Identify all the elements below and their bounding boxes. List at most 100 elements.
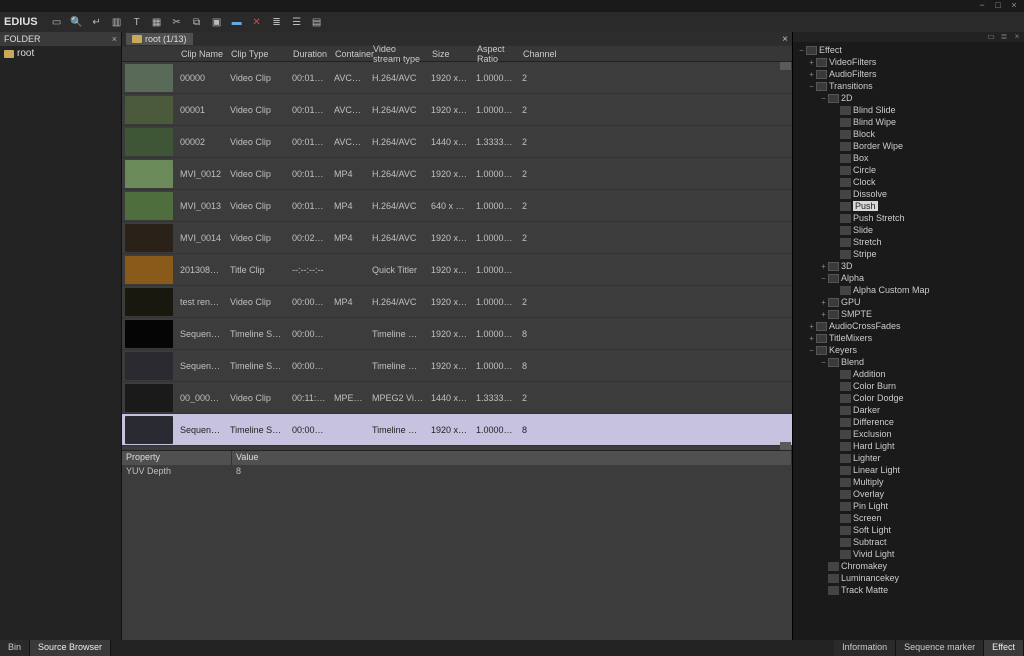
expand-icon[interactable]: −	[819, 274, 828, 283]
tree-item[interactable]: Push Stretch	[795, 212, 1024, 224]
tree-item[interactable]: +AudioCrossFades	[795, 320, 1024, 332]
tree-item[interactable]: +TitleMixers	[795, 332, 1024, 344]
close-icon[interactable]: ×	[782, 34, 788, 45]
tree-item[interactable]: Difference	[795, 416, 1024, 428]
expand-icon[interactable]: −	[807, 346, 816, 355]
table-row[interactable]: Sequence2Timeline Sequence00:00:00:01Tim…	[122, 318, 792, 350]
tree-item[interactable]: −Keyers	[795, 344, 1024, 356]
maximize-icon[interactable]: □	[992, 0, 1004, 10]
tree-item[interactable]: Linear Light	[795, 464, 1024, 476]
title-icon[interactable]: T	[130, 15, 144, 29]
view-list-icon[interactable]: ≣	[999, 32, 1009, 42]
tree-item[interactable]: Multiply	[795, 476, 1024, 488]
tree-item[interactable]: Hard Light	[795, 440, 1024, 452]
scroll-up-icon[interactable]	[780, 62, 791, 70]
expand-icon[interactable]: +	[819, 262, 828, 271]
tree-item[interactable]: Subtract	[795, 536, 1024, 548]
tree-item[interactable]: Chromakey	[795, 560, 1024, 572]
expand-icon[interactable]: +	[819, 310, 828, 319]
tree-item[interactable]: Darker	[795, 404, 1024, 416]
tree-root[interactable]: − Effect	[795, 44, 1024, 56]
detail-icon[interactable]: ☰	[290, 15, 304, 29]
table-row[interactable]: 20130810-0000Title Clip--:--:--:--Quick …	[122, 254, 792, 286]
tree-item[interactable]: +VideoFilters	[795, 56, 1024, 68]
new-folder-icon[interactable]: ▭	[50, 15, 64, 29]
tree-item[interactable]: Slide	[795, 224, 1024, 236]
col-aspect-ratio[interactable]: Aspect Ratio	[473, 44, 519, 64]
delete-icon[interactable]: ✕	[250, 15, 264, 29]
table-row[interactable]: Sequence3Timeline Sequence00:00:09:21Tim…	[122, 350, 792, 382]
tree-item[interactable]: −Alpha	[795, 272, 1024, 284]
col-clip-name[interactable]: Clip Name	[177, 49, 227, 59]
close-icon[interactable]: ×	[112, 34, 117, 44]
col-size[interactable]: Size	[428, 49, 473, 59]
tree-item[interactable]: Color Burn	[795, 380, 1024, 392]
paste-icon[interactable]: ▣	[210, 15, 224, 29]
tree-item[interactable]: −Transitions	[795, 80, 1024, 92]
table-row[interactable]: 00_0002_201...Video Clip00:11:45:13MPEG2…	[122, 382, 792, 414]
expand-icon[interactable]: +	[807, 58, 816, 67]
tree-item[interactable]: Color Dodge	[795, 392, 1024, 404]
tree-item[interactable]: Stripe	[795, 248, 1024, 260]
col-clip-type[interactable]: Clip Type	[227, 49, 289, 59]
tree-item[interactable]: Exclusion	[795, 428, 1024, 440]
tree-item[interactable]: +GPU	[795, 296, 1024, 308]
copy-icon[interactable]: ⧉	[190, 15, 204, 29]
tab-sequence-marker[interactable]: Sequence marker	[896, 640, 984, 656]
tree-item[interactable]: Lighter	[795, 452, 1024, 464]
tree-item[interactable]: −2D	[795, 92, 1024, 104]
folder-root[interactable]: root	[0, 46, 121, 61]
expand-icon[interactable]: +	[807, 334, 816, 343]
tree-item[interactable]: Vivid Light	[795, 548, 1024, 560]
expand-icon[interactable]: +	[807, 70, 816, 79]
tree-item[interactable]: Pin Light	[795, 500, 1024, 512]
open-icon[interactable]: ▥	[110, 15, 124, 29]
tab-information[interactable]: Information	[834, 640, 896, 656]
expand-icon[interactable]: −	[807, 82, 816, 91]
tree-item[interactable]: +3D	[795, 260, 1024, 272]
tree-item[interactable]: +SMPTE	[795, 308, 1024, 320]
tab-source-browser[interactable]: Source Browser	[30, 640, 111, 656]
close-window-icon[interactable]: ×	[1008, 0, 1020, 10]
search-icon[interactable]: 🔍	[70, 15, 84, 29]
expand-icon[interactable]: +	[819, 298, 828, 307]
tree-item[interactable]: Track Matte	[795, 584, 1024, 596]
collapse-icon[interactable]: −	[797, 46, 806, 55]
list-icon[interactable]: ≣	[270, 15, 284, 29]
tree-item[interactable]: Soft Light	[795, 524, 1024, 536]
tree-item[interactable]: Box	[795, 152, 1024, 164]
bin-tab[interactable]: root (1/13)	[126, 33, 193, 45]
table-row[interactable]: 00000Video Clip00:01:25:23AVCHD St...H.2…	[122, 62, 792, 94]
col-container[interactable]: Container	[331, 49, 369, 59]
prop-header-property[interactable]: Property	[122, 451, 232, 465]
table-row[interactable]: Sequence3Timeline Sequence00:00:09:21Tim…	[122, 414, 792, 446]
view-folder-icon[interactable]: ▭	[986, 32, 996, 42]
tree-item[interactable]: Blind Wipe	[795, 116, 1024, 128]
tree-item[interactable]: Circle	[795, 164, 1024, 176]
prop-header-value[interactable]: Value	[232, 451, 792, 465]
register-icon[interactable]: ▬	[230, 15, 244, 29]
table-row[interactable]: MVI_0012Video Clip00:01:55:17MP4H.264/AV…	[122, 158, 792, 190]
tree-item[interactable]: Dissolve	[795, 188, 1024, 200]
col-channel[interactable]: Channel	[519, 49, 549, 59]
tree-item[interactable]: +AudioFilters	[795, 68, 1024, 80]
table-row[interactable]: test renderVideo Clip00:00:15:17MP4H.264…	[122, 286, 792, 318]
tree-item[interactable]: Addition	[795, 368, 1024, 380]
tab-effect[interactable]: Effect	[984, 640, 1024, 656]
col-video-stream[interactable]: Video stream type	[369, 44, 428, 64]
scroll-down-icon[interactable]	[780, 442, 791, 450]
cut-icon[interactable]: ✂	[170, 15, 184, 29]
table-row[interactable]: 00002Video Clip00:01:40:20AVCHD St...H.2…	[122, 126, 792, 158]
table-row[interactable]: MVI_0013Video Clip00:01:22:02MP4H.264/AV…	[122, 190, 792, 222]
tree-item[interactable]: Border Wipe	[795, 140, 1024, 152]
table-row[interactable]: MVI_0014Video Clip00:02:10:14MP4H.264/AV…	[122, 222, 792, 254]
tree-item[interactable]: Blind Slide	[795, 104, 1024, 116]
tree-item[interactable]: Push	[795, 200, 1024, 212]
tab-bin[interactable]: Bin	[0, 640, 30, 656]
close-icon[interactable]: ×	[1012, 32, 1022, 42]
bin-icon[interactable]: ▦	[150, 15, 164, 29]
tree-item[interactable]: Clock	[795, 176, 1024, 188]
tree-item[interactable]: Luminancekey	[795, 572, 1024, 584]
tree-item[interactable]: Overlay	[795, 488, 1024, 500]
expand-icon[interactable]: −	[819, 358, 828, 367]
